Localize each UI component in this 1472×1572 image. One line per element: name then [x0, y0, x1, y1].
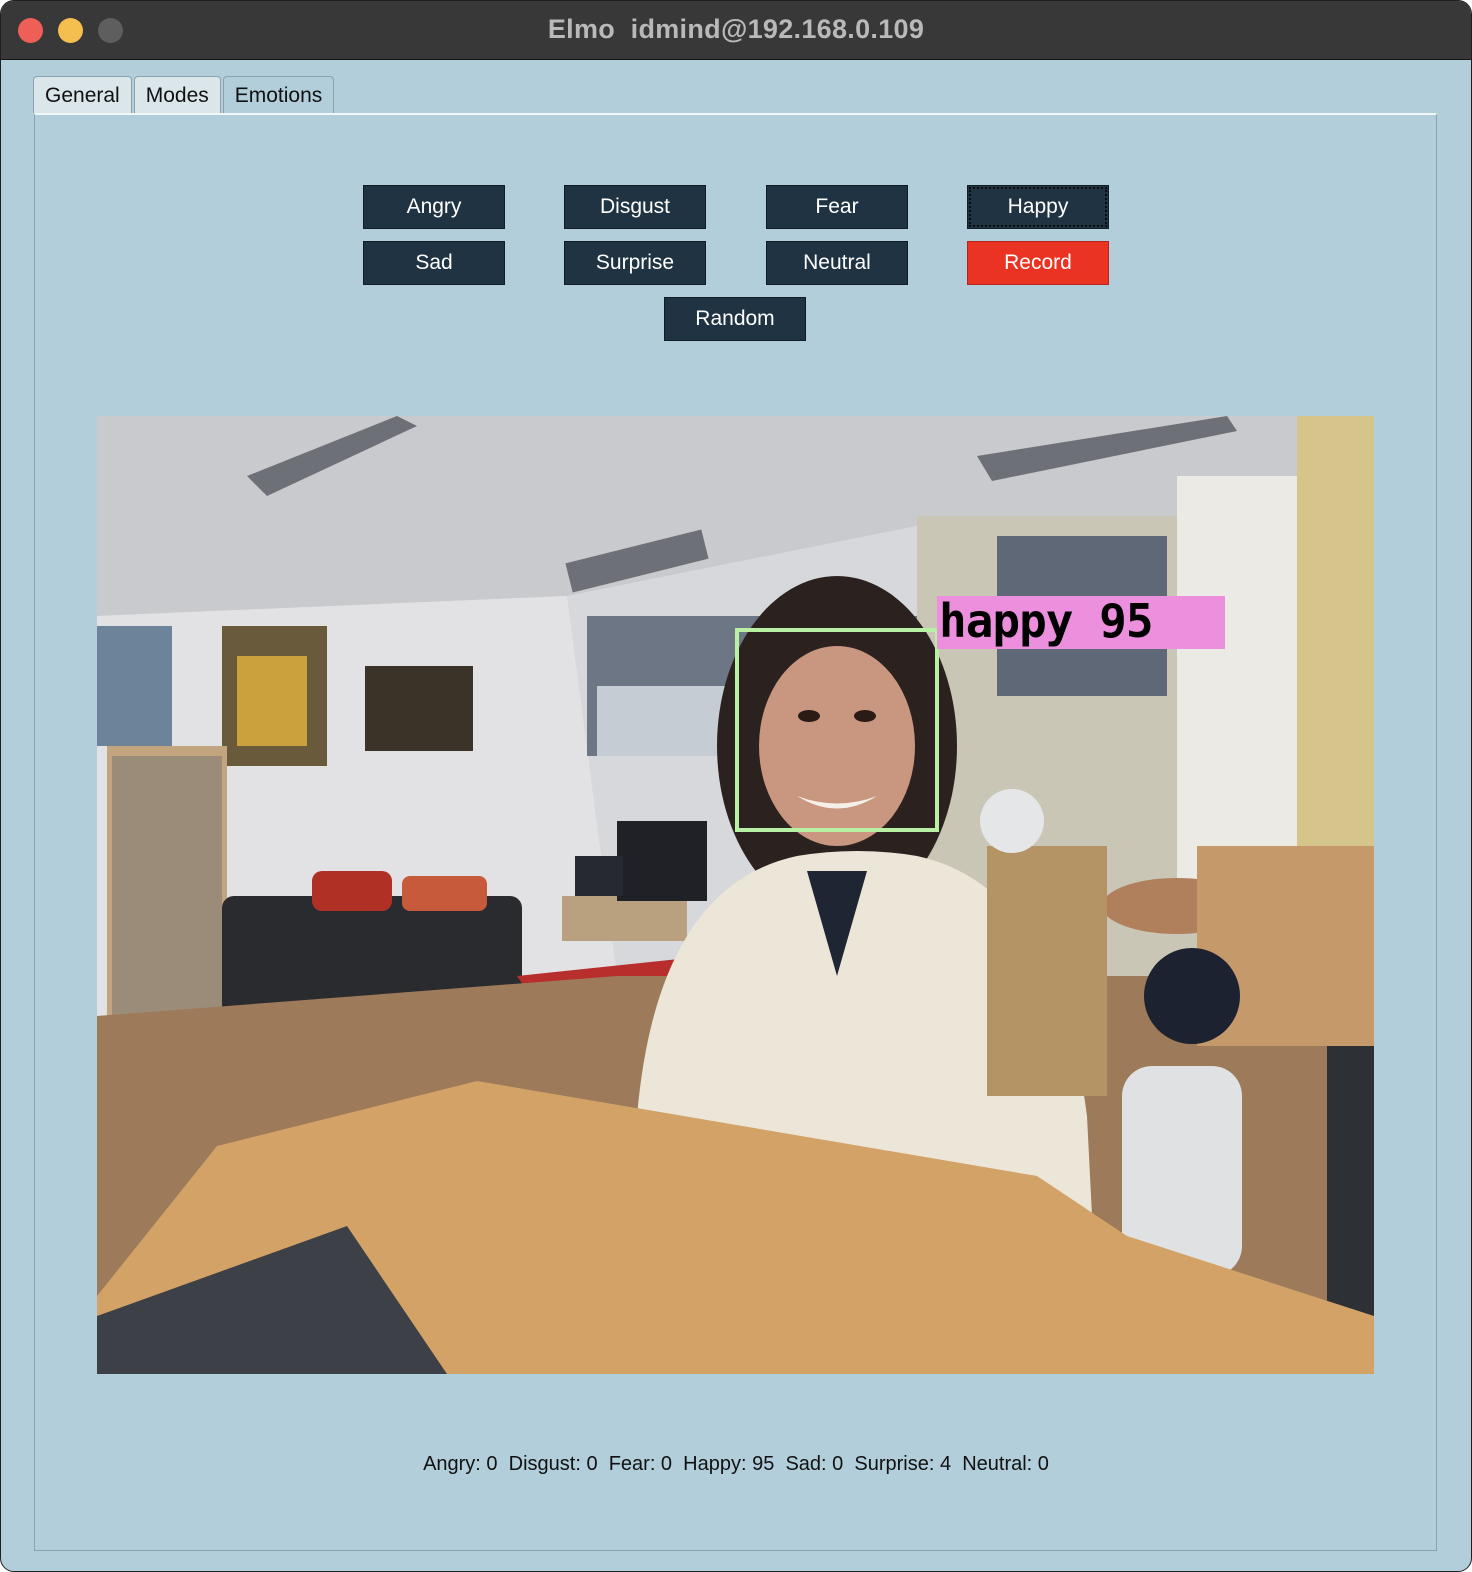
tab-bar: General Modes Emotions [33, 76, 336, 115]
fear-button[interactable]: Fear [766, 185, 908, 229]
title-bar: Elmo idmind@192.168.0.109 [1, 1, 1471, 60]
happy-button[interactable]: Happy [967, 185, 1109, 229]
surprise-button[interactable]: Surprise [564, 241, 706, 285]
tab-modes[interactable]: Modes [133, 76, 221, 113]
disgust-button[interactable]: Disgust [564, 185, 706, 229]
sad-button[interactable]: Sad [363, 241, 505, 285]
random-button[interactable]: Random [664, 297, 806, 341]
camera-feed: happy 95 [97, 416, 1374, 1374]
record-button[interactable]: Record [967, 241, 1109, 285]
tab-emotions[interactable]: Emotions [222, 76, 335, 115]
face-detection-box [735, 628, 939, 832]
camera-image [97, 416, 1374, 1374]
window-title: Elmo idmind@192.168.0.109 [547, 14, 925, 44]
app-window: Elmo idmind@192.168.0.109 General Modes … [0, 0, 1472, 1572]
angry-button[interactable]: Angry [363, 185, 505, 229]
emotion-detection-label: happy 95 [937, 596, 1225, 649]
tab-general[interactable]: General [33, 76, 132, 113]
neutral-button[interactable]: Neutral [766, 241, 908, 285]
emotion-scores: Angry: 0 Disgust: 0 Fear: 0 Happy: 95 Sa… [423, 1453, 1049, 1475]
